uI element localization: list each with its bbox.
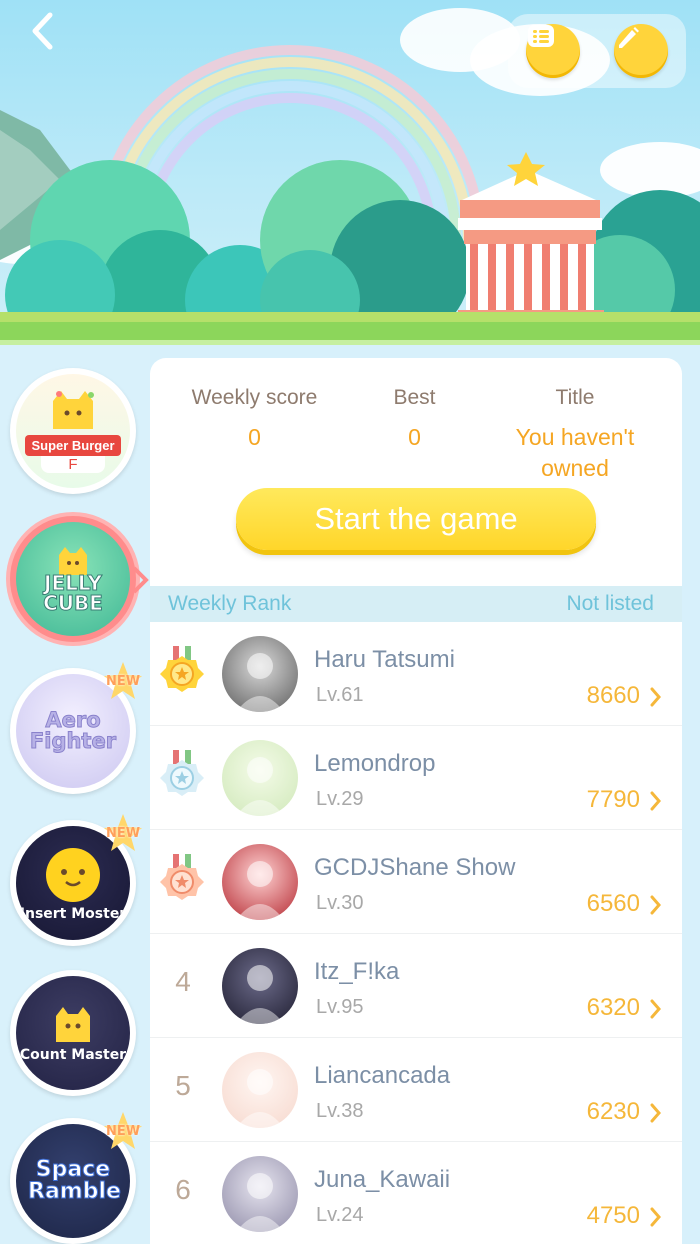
list-icon <box>528 25 554 47</box>
player-level: Lv.30 <box>316 892 364 914</box>
game-jelly-cube-title: JELLY CUBE <box>43 571 104 615</box>
top-action-bar <box>508 14 686 88</box>
new-badge: NEW <box>102 812 144 854</box>
avatar-figure-icon <box>236 1069 284 1128</box>
new-badge: NEW <box>102 1110 144 1152</box>
player-name: Lemondrop <box>314 750 436 777</box>
chevron-left-icon <box>32 12 53 50</box>
cat-mascot-icon <box>56 1007 90 1042</box>
avatar-figure-icon <box>236 653 284 712</box>
start-game-button[interactable]: Start the game <box>236 488 596 550</box>
game-aero-fighter[interactable]: Aero Fighter NEW <box>10 662 142 794</box>
chevron-right-icon <box>650 791 661 811</box>
edit-button[interactable] <box>614 24 668 78</box>
title-label: Title <box>555 386 595 409</box>
player-score: 8660 <box>586 682 640 709</box>
weekly-rank-label: Weekly Rank <box>168 592 292 615</box>
new-badge: NEW <box>102 660 144 702</box>
pencil-icon <box>619 27 639 48</box>
best-score-value: 0 <box>408 424 421 450</box>
game-count-master[interactable]: Count Master <box>10 970 136 1096</box>
player-name: Itz_F!ka <box>314 958 400 985</box>
bronze-medal-icon <box>160 854 204 900</box>
rank-row[interactable]: Haru Tatsumi Lv.61 8660 <box>150 622 682 726</box>
game-jelly-cube[interactable]: JELLY CUBE <box>10 516 136 642</box>
player-level: Lv.29 <box>316 788 364 810</box>
cat-mascot-icon <box>53 391 94 429</box>
title-value: You haven't owned <box>515 424 635 481</box>
game-space-ramble-title: Space Ramble <box>28 1157 122 1204</box>
rank-number: 5 <box>175 1070 191 1101</box>
game-super-burger-grade: F <box>41 456 105 473</box>
my-rank-status: Not listed <box>566 592 654 615</box>
game-super-burger[interactable]: Super Burger F <box>10 368 136 494</box>
menu-button[interactable] <box>526 24 580 78</box>
chevron-right-icon <box>650 687 661 707</box>
game-insert-moster-title: Insert Moster <box>19 906 127 922</box>
player-avatar <box>222 844 298 920</box>
player-avatar <box>222 636 298 712</box>
player-name: Liancancada <box>314 1062 451 1089</box>
rank-row[interactable]: 5 Liancancada Lv.38 6230 <box>150 1038 682 1142</box>
avatar-figure-icon <box>236 757 284 816</box>
chevron-right-icon <box>650 895 661 915</box>
back-button[interactable] <box>30 12 70 52</box>
rank-row[interactable]: GCDJShane Show Lv.30 6560 <box>150 830 682 934</box>
rank-row[interactable]: Lemondrop Lv.29 7790 <box>150 726 682 830</box>
best-score-stat: Best 0 <box>362 386 467 453</box>
weekly-rank-header: Weekly Rank Not listed <box>150 586 682 622</box>
game-space-ramble[interactable]: Space Ramble NEW <box>10 1112 142 1244</box>
selected-arrow-icon <box>132 566 149 594</box>
player-avatar <box>222 948 298 1024</box>
player-name: GCDJShane Show <box>314 854 516 881</box>
game-super-burger-title: Super Burger <box>25 435 121 456</box>
moon-face-icon <box>46 848 100 902</box>
rank-number: 6 <box>175 1174 191 1205</box>
game-insert-moster[interactable]: Insert Moster NEW <box>10 814 142 946</box>
game-aero-fighter-title: Aero Fighter <box>29 708 117 753</box>
gold-medal-icon <box>160 646 204 692</box>
rank-row[interactable]: 4 Itz_F!ka Lv.95 6320 <box>150 934 682 1038</box>
title-stat: Title You haven't owned <box>490 386 660 484</box>
rank-number: 4 <box>175 966 191 997</box>
player-score: 6230 <box>586 1098 640 1125</box>
chevron-right-icon <box>650 1103 661 1123</box>
game-detail-panel: Weekly score 0 Best 0 Title You haven't … <box>150 358 682 1244</box>
silver-medal-icon <box>160 750 204 796</box>
weekly-score-stat: Weekly score 0 <box>172 386 337 453</box>
player-score: 6560 <box>586 890 640 917</box>
rank-row[interactable]: 6 Juna_Kawaii Lv.24 4750 <box>150 1142 682 1244</box>
chevron-right-icon <box>650 999 661 1019</box>
player-level: Lv.95 <box>316 996 364 1018</box>
player-avatar <box>222 740 298 816</box>
player-avatar <box>222 1052 298 1128</box>
player-avatar <box>222 1156 298 1232</box>
player-name: Juna_Kawaii <box>314 1166 451 1193</box>
player-score: 7790 <box>586 786 640 813</box>
avatar-figure-icon <box>236 1173 284 1232</box>
avatar-figure-icon <box>236 861 284 920</box>
player-level: Lv.61 <box>316 684 364 706</box>
player-score: 4750 <box>586 1202 640 1229</box>
player-level: Lv.38 <box>316 1100 364 1122</box>
player-name: Haru Tatsumi <box>314 646 455 673</box>
game-count-master-title: Count Master <box>19 1047 127 1063</box>
best-score-label: Best <box>393 386 436 409</box>
player-level: Lv.24 <box>316 1204 364 1226</box>
weekly-score-label: Weekly score <box>191 386 318 409</box>
player-score: 6320 <box>586 994 640 1021</box>
weekly-score-value: 0 <box>248 424 261 450</box>
scenery-banner <box>0 0 700 345</box>
avatar-figure-icon <box>236 965 284 1024</box>
chevron-right-icon <box>650 1207 661 1227</box>
